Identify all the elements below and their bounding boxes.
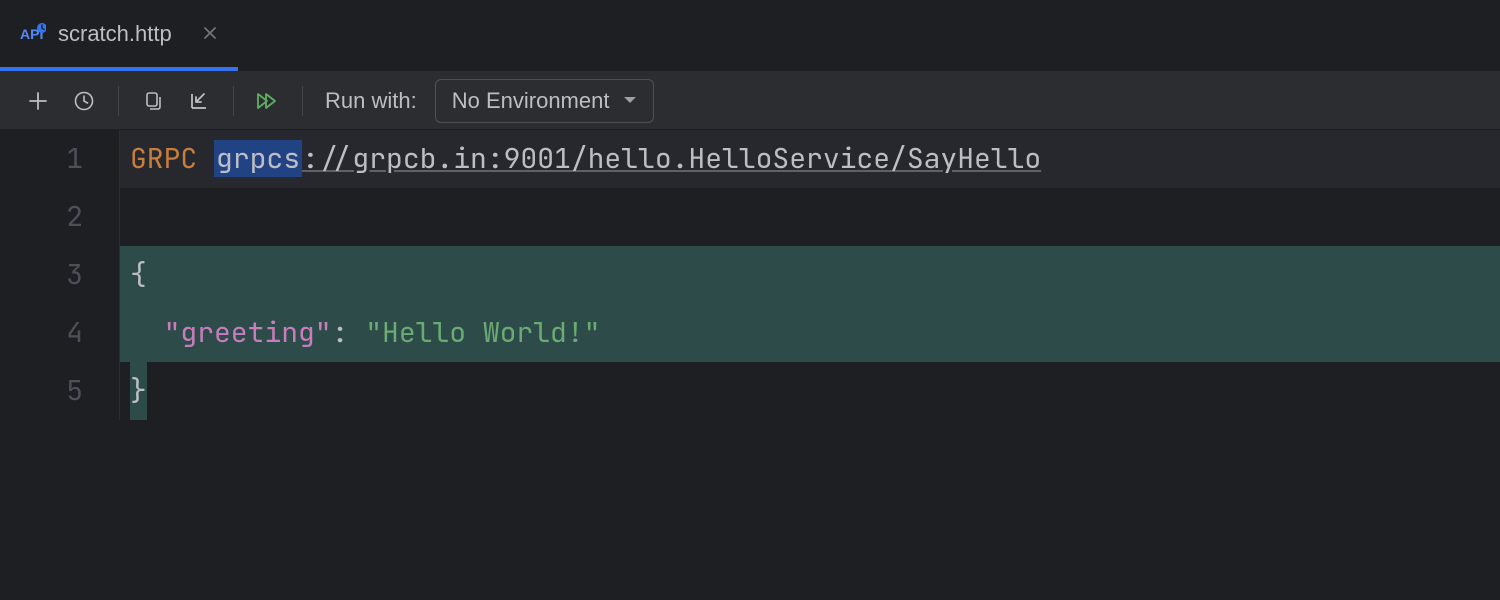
line-number: 5 (0, 362, 83, 420)
json-colon: : (332, 314, 366, 351)
line-number: 3 (0, 246, 83, 304)
copy-button[interactable] (135, 83, 171, 119)
code-line[interactable]: } (120, 362, 1500, 420)
toolbar-separator (118, 86, 119, 116)
code-line[interactable]: GRPC grpcs://grpcb.in:9001/hello.HelloSe… (120, 130, 1500, 188)
chevron-down-icon (623, 92, 637, 110)
toolbar-separator (233, 86, 234, 116)
json-string: "Hello World!" (365, 314, 600, 351)
grpc-method-token: GRPC (130, 140, 197, 177)
brace-close: } (130, 362, 147, 420)
brace-open: { (130, 256, 147, 293)
gutter: 1 2 3 4 5 (0, 130, 120, 420)
environment-select[interactable]: No Environment (435, 79, 655, 123)
toolbar-separator (302, 86, 303, 116)
run-with-label: Run with: (325, 88, 417, 114)
line-number: 2 (0, 188, 83, 246)
import-button[interactable] (181, 83, 217, 119)
toolbar: Run with: No Environment (0, 72, 1500, 130)
code-line[interactable] (120, 188, 1500, 246)
run-all-button[interactable] (250, 83, 286, 119)
history-button[interactable] (66, 83, 102, 119)
tab-close-icon[interactable] (202, 21, 218, 47)
code-line[interactable]: { (120, 246, 1500, 304)
environment-select-label: No Environment (452, 88, 610, 114)
add-button[interactable] (20, 83, 56, 119)
url-token: ://grpcb.in:9001/hello.HelloService/SayH… (302, 140, 1041, 177)
tab-label: scratch.http (58, 21, 172, 47)
code-area[interactable]: GRPC grpcs://grpcb.in:9001/hello.HelloSe… (120, 130, 1500, 420)
tab-bar: API scratch.http (0, 0, 1500, 72)
tab-scratch-http[interactable]: API scratch.http (0, 0, 238, 71)
json-key: "greeting" (164, 314, 332, 351)
editor[interactable]: 1 2 3 4 5 GRPC grpcs://grpcb.in:9001/hel… (0, 130, 1500, 420)
api-file-icon: API (20, 23, 46, 45)
url-scheme-selection: grpcs (214, 140, 302, 177)
code-line[interactable]: "greeting": "Hello World!" (120, 304, 1500, 362)
line-number: 1 (0, 130, 83, 188)
line-number: 4 (0, 304, 83, 362)
